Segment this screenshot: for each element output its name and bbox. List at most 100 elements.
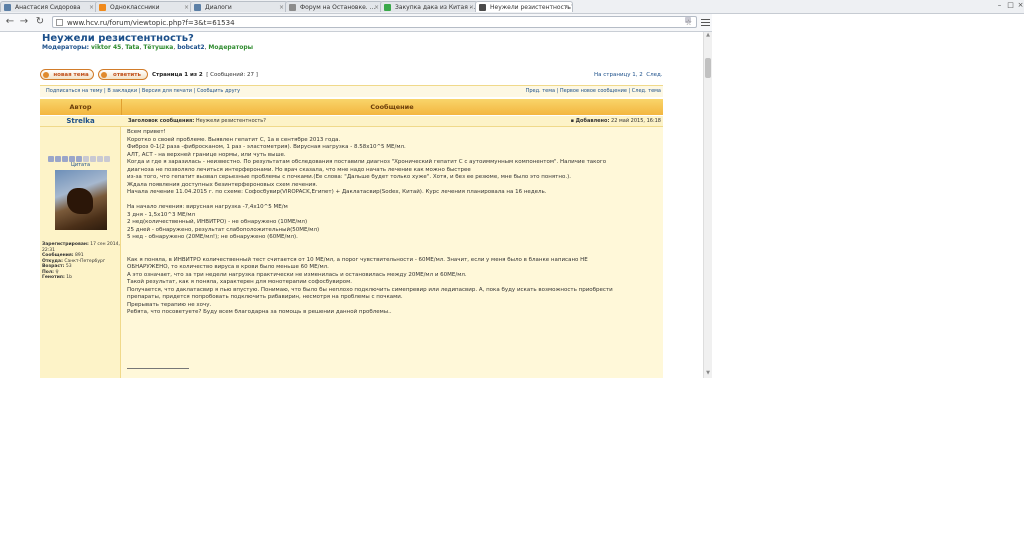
tab-favicon-icon xyxy=(4,4,11,11)
new-topic-button[interactable]: новая тема xyxy=(40,69,94,80)
post-line: из-за того, что гепатит вызвал серьезные… xyxy=(127,174,571,180)
post-line xyxy=(127,197,657,205)
info-value: ♀ xyxy=(55,269,59,275)
post-line: 25 дней - обнаружено, результат слабопол… xyxy=(127,226,320,233)
browser-tab[interactable]: Закупка дака из Китая - ... × xyxy=(380,1,478,12)
moderator-link[interactable]: bobcat2 xyxy=(177,44,204,51)
moderator-link[interactable]: Модераторы xyxy=(208,44,253,51)
post-body: Всем привет! Коротко о своей проблеме. Вы… xyxy=(127,129,657,317)
post-line: Начала лечение 11.04.2015 г. по схеме: С… xyxy=(127,189,547,195)
post-line: Как я поняла, в ИНВИТРО количественный т… xyxy=(127,256,588,263)
info-label: Генотип: xyxy=(42,275,65,280)
topic-nav-links[interactable]: Пред. тема | Первое новое сообщение | Сл… xyxy=(526,86,661,97)
scrollbar[interactable]: ▲ ▼ xyxy=(703,32,712,378)
scroll-down-icon[interactable]: ▼ xyxy=(704,370,712,378)
tab-title: Неужели резистентность? ... xyxy=(490,4,573,11)
post-line: Получается, что даклатасвир я пью впусту… xyxy=(127,286,613,293)
post-line: Ждала появления доступных безинтерфероно… xyxy=(127,181,318,188)
tab-favicon-icon xyxy=(289,4,296,11)
post-line: Ребята, что посоветуете? Буду всем благо… xyxy=(127,309,392,315)
post-author[interactable]: Strelka xyxy=(40,117,121,125)
post-line: Когда и где я заразилась - неизвестно. П… xyxy=(127,159,607,165)
close-window-icon[interactable]: × xyxy=(1016,1,1024,10)
rank-stars xyxy=(48,147,111,162)
url-text: www.hcv.ru/forum/viewtopic.php?f=3&t=615… xyxy=(67,19,235,27)
tab-close-icon[interactable]: × xyxy=(469,2,474,12)
posts-table-header: Автор Сообщение xyxy=(40,99,663,115)
post-line: диагноза не позволяло лечиться интерферо… xyxy=(127,166,471,173)
moderator-link[interactable]: Tata xyxy=(125,44,139,51)
author-profile: Цитата Зарегистрирован: 17 сен 2014, 22:… xyxy=(40,127,121,378)
subject-text: Неужели резистентность? xyxy=(195,118,266,124)
browser-tab[interactable]: Форум на Остановке. ... × xyxy=(285,1,383,12)
date-value: 22 май 2015, 16:18 xyxy=(611,118,661,124)
post-header: Strelka Заголовок сообщения: Неужели рез… xyxy=(40,116,663,127)
moderator-link[interactable]: viktor 45 xyxy=(91,44,121,51)
reply-button[interactable]: ответить xyxy=(98,69,148,80)
scroll-up-icon[interactable]: ▲ xyxy=(704,32,712,40)
tab-favicon-icon xyxy=(479,4,486,11)
minimize-icon[interactable]: – xyxy=(995,1,1004,10)
tab-title: Анастасия Сидорова xyxy=(15,4,81,11)
forward-icon[interactable]: → xyxy=(18,16,30,28)
info-label: Откуда: xyxy=(42,258,63,264)
page-jump-links[interactable]: На страницу 1, 2 xyxy=(594,72,643,78)
tab-title: Закупка дака из Китая - ... xyxy=(395,4,478,11)
signature-divider xyxy=(127,368,189,369)
post-line: 5 нед - обнаружено (20МЕ/мл!); не обнару… xyxy=(127,234,298,240)
post-line: А это означает, что за три недели нагруз… xyxy=(127,271,467,278)
page-viewport: Неужели резистентность? Модераторы: vikt… xyxy=(0,32,703,378)
info-label: Сообщения: xyxy=(42,253,74,258)
tab-title: Форум на Остановке. ... xyxy=(300,4,376,11)
date-label: Добавлено: xyxy=(575,118,610,124)
post-line xyxy=(127,249,657,257)
quote-link[interactable]: Цитата xyxy=(40,162,121,168)
page-info: Страница 1 из 2 xyxy=(152,72,203,78)
message-column-header: Сообщение xyxy=(370,103,414,111)
back-icon[interactable]: ← xyxy=(4,16,16,28)
maximize-icon[interactable]: □ xyxy=(1006,1,1015,10)
address-bar[interactable]: www.hcv.ru/forum/viewtopic.php?f=3&t=615… xyxy=(52,16,697,28)
author-info-row: Зарегистрирован: 17 сен 2014, 22:31 xyxy=(42,242,120,253)
browser-tab[interactable]: Анастасия Сидорова × xyxy=(0,1,98,12)
topic-links-bar: Подписаться на тему | В закладки | Верси… xyxy=(40,85,663,97)
post-line: 2 нед(количественный, ИНВИТРО) - не обна… xyxy=(127,219,308,225)
author-info: Зарегистрирован: 17 сен 2014, 22:31 Сообщ… xyxy=(42,242,120,281)
post-subject: Заголовок сообщения: Неужели резистентно… xyxy=(128,118,266,124)
post-date: ▪ Добавлено: 22 май 2015, 16:18 xyxy=(571,118,661,124)
info-value: 53 xyxy=(65,264,72,269)
author-info-row: Генотип: 1b xyxy=(42,275,120,281)
tab-close-icon[interactable]: × xyxy=(184,2,189,12)
info-label: Пол: xyxy=(42,269,54,275)
post-line: Коротко о своей проблеме. Выявлен гепати… xyxy=(127,136,341,143)
tab-close-icon[interactable]: × xyxy=(374,2,379,12)
reply-icon xyxy=(101,72,107,78)
reply-label: ответить xyxy=(113,72,141,78)
tab-close-icon[interactable]: × xyxy=(564,2,569,12)
post-line: Фиброз 0-1(2 раза -фибросканом, 1 раз - … xyxy=(127,144,406,150)
scroll-thumb[interactable] xyxy=(705,58,711,78)
post-line: ОБНАРУЖЕНО, то количество вируса в крови… xyxy=(127,264,329,270)
tab-close-icon[interactable]: × xyxy=(89,2,94,12)
post-line: Такой результат, как я поняла, характере… xyxy=(127,279,352,285)
post-icon: ▪ xyxy=(570,118,574,124)
browser-tab[interactable]: Неужели резистентность? ... × xyxy=(475,1,573,12)
moderators-line: Модераторы: viktor 45, Tata, Tётушка, bo… xyxy=(42,44,254,51)
next-page-link[interactable]: След. xyxy=(646,72,662,78)
bookmark-star-icon[interactable]: ☆ xyxy=(685,17,692,27)
browser-tab[interactable]: Одноклассники × xyxy=(95,1,193,12)
reload-icon[interactable]: ↻ xyxy=(34,16,46,28)
topic-title[interactable]: Неужели резистентность? xyxy=(42,33,194,44)
post-line: АЛТ, АСТ - на верхней границе нормы, или… xyxy=(127,151,286,158)
browser-tab[interactable]: Диалоги × xyxy=(190,1,288,12)
moderator-link[interactable]: Tётушка xyxy=(143,44,173,51)
topic-tools-links[interactable]: Подписаться на тему | В закладки | Верси… xyxy=(46,86,240,97)
post-line: препараты, придется попробовать подключи… xyxy=(127,294,403,300)
page-jump: На страницу 1, 2 След. xyxy=(594,72,663,78)
pagination-info: Страница 1 из 2 [ Сообщений: 27 ] xyxy=(152,72,258,78)
info-value: 891 xyxy=(75,253,84,258)
tab-close-icon[interactable]: × xyxy=(279,2,284,12)
tab-favicon-icon xyxy=(384,4,391,11)
menu-icon[interactable] xyxy=(701,17,710,27)
moderators-label: Модераторы: xyxy=(42,44,90,51)
